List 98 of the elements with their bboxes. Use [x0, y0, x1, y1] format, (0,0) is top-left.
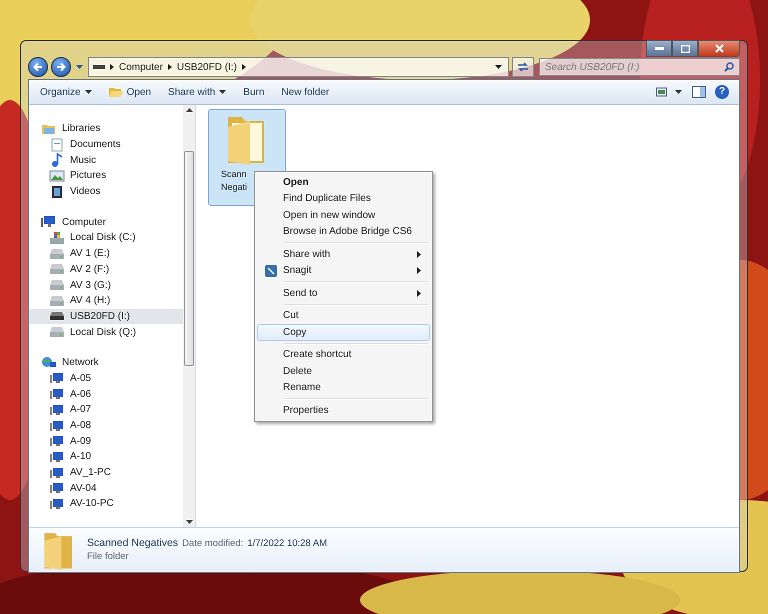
menu-item[interactable]: Send to	[257, 285, 430, 302]
nav-item[interactable]: A-06	[29, 386, 183, 402]
nav-item[interactable]: A-09	[29, 433, 183, 450]
nav-item[interactable]: Videos	[29, 184, 183, 200]
address-bar[interactable]: Computer USB20FD (I:)	[88, 57, 509, 77]
menu-item[interactable]: Create shortcut	[257, 346, 430, 363]
breadcrumb[interactable]: USB20FD (I:)	[176, 62, 237, 72]
menu-item[interactable]: Open in new window	[257, 207, 430, 224]
menu-item[interactable]: Delete	[257, 363, 430, 380]
menu-item[interactable]: Cut	[257, 308, 430, 324]
menu-item[interactable]: Share with	[257, 246, 430, 262]
maximize-icon	[680, 44, 690, 52]
computer-icon	[49, 481, 65, 496]
menu-item[interactable]: Copy	[257, 324, 430, 340]
document-icon	[49, 138, 65, 152]
pane-icon	[692, 86, 706, 98]
back-arrow-icon	[32, 61, 44, 73]
file-name: Scanned Negatives	[87, 537, 178, 550]
nav-item[interactable]: A-08	[29, 418, 183, 434]
computer-icon	[49, 371, 65, 386]
close-icon	[714, 44, 724, 53]
toolbar-button[interactable]: Burn	[236, 82, 272, 102]
breadcrumb[interactable]: Computer	[119, 62, 163, 72]
disk-icon	[49, 230, 65, 245]
nav-item[interactable]: AV 1 (E:)	[29, 246, 183, 262]
app-icon	[264, 264, 276, 277]
music-note-icon	[49, 153, 65, 168]
close-button[interactable]	[698, 40, 740, 57]
nav-item[interactable]: AV 4 (H:)	[29, 292, 183, 309]
computer-icon	[49, 496, 65, 511]
nav-item[interactable]: Documents	[29, 136, 183, 152]
computer-icon	[41, 215, 57, 230]
nav-item[interactable]: AV-10-PC	[29, 496, 183, 512]
scroll-up-icon[interactable]	[186, 108, 192, 112]
file-type: File folder	[87, 551, 130, 562]
chevron-icon	[168, 64, 172, 70]
computer-icon	[49, 434, 65, 448]
drive-icon	[49, 278, 65, 292]
minimize-icon	[654, 46, 664, 50]
caret-icon	[675, 90, 682, 94]
toolbar-button[interactable]: Share with	[161, 82, 234, 102]
nav-item[interactable]: Computer	[29, 214, 183, 230]
drive-icon	[49, 262, 65, 276]
nav-item[interactable]: Pictures	[29, 168, 183, 184]
drive-icon	[49, 294, 65, 308]
caret-icon	[84, 90, 92, 94]
caret-icon[interactable]	[495, 65, 502, 69]
nav-item[interactable]: AV-04	[29, 480, 183, 496]
menu-item[interactable]: Properties	[257, 402, 430, 418]
nav-item[interactable]: Libraries	[29, 121, 183, 137]
toolbar-button[interactable]: New folder	[274, 82, 336, 102]
date-label: Date modified:	[182, 538, 244, 550]
view-icon	[656, 87, 667, 97]
nav-item[interactable]: Network	[29, 354, 183, 371]
menu-item[interactable]: Snagit	[257, 262, 430, 279]
picture-icon	[49, 168, 65, 183]
computer-icon	[49, 466, 65, 480]
search-icon	[724, 62, 734, 72]
forward-arrow-icon	[55, 61, 67, 73]
chevron-icon	[110, 64, 114, 70]
nav-item[interactable]: Local Disk (C:)	[29, 230, 183, 246]
toolbar-button[interactable]: Open	[102, 82, 158, 102]
nav-item[interactable]: A-05	[29, 370, 183, 386]
nav-item[interactable]: Music	[29, 152, 183, 168]
nav-item[interactable]: USB20FD (I:)	[29, 308, 183, 324]
menu-item[interactable]: Rename	[257, 380, 430, 396]
nav-item[interactable]: AV 2 (F:)	[29, 262, 183, 278]
refresh-icon	[517, 62, 529, 72]
submenu-arrow-icon	[417, 250, 421, 258]
scroll-down-icon[interactable]	[186, 520, 192, 524]
minimize-button[interactable]	[646, 40, 672, 57]
help-button[interactable]: ?	[715, 85, 729, 99]
drive-icon	[49, 246, 65, 261]
caret-icon	[219, 90, 226, 94]
computer-icon	[49, 402, 65, 417]
chevron-icon	[242, 64, 246, 70]
date-value: 1/7/2022 10:28 AM	[247, 538, 328, 550]
folder-icon	[108, 86, 123, 98]
nav-item[interactable]: A-10	[29, 449, 183, 465]
computer-icon	[49, 418, 65, 433]
computer-icon	[49, 450, 65, 464]
film-icon	[49, 184, 65, 199]
nav-item[interactable]: AV 3 (G:)	[29, 277, 183, 293]
refresh-button[interactable]	[512, 57, 534, 77]
menu-item[interactable]: Browse in Adobe Bridge CS6	[257, 224, 430, 240]
search-field[interactable]: Search USB20FD (I:)	[539, 58, 740, 76]
nav-item[interactable]: Local Disk (Q:)	[29, 324, 183, 340]
computer-icon	[49, 387, 65, 402]
toolbar-button[interactable]: Organize	[33, 82, 99, 102]
drive-icon	[93, 64, 105, 70]
submenu-arrow-icon	[417, 267, 421, 274]
scrollbar[interactable]	[183, 105, 195, 527]
globe-icon	[41, 356, 57, 370]
drive-icon	[49, 325, 65, 340]
nav-item[interactable]: AV_1-PC	[29, 464, 183, 480]
maximize-button[interactable]	[672, 40, 698, 57]
submenu-arrow-icon	[417, 290, 421, 297]
nav-item[interactable]: A-07	[29, 402, 183, 418]
